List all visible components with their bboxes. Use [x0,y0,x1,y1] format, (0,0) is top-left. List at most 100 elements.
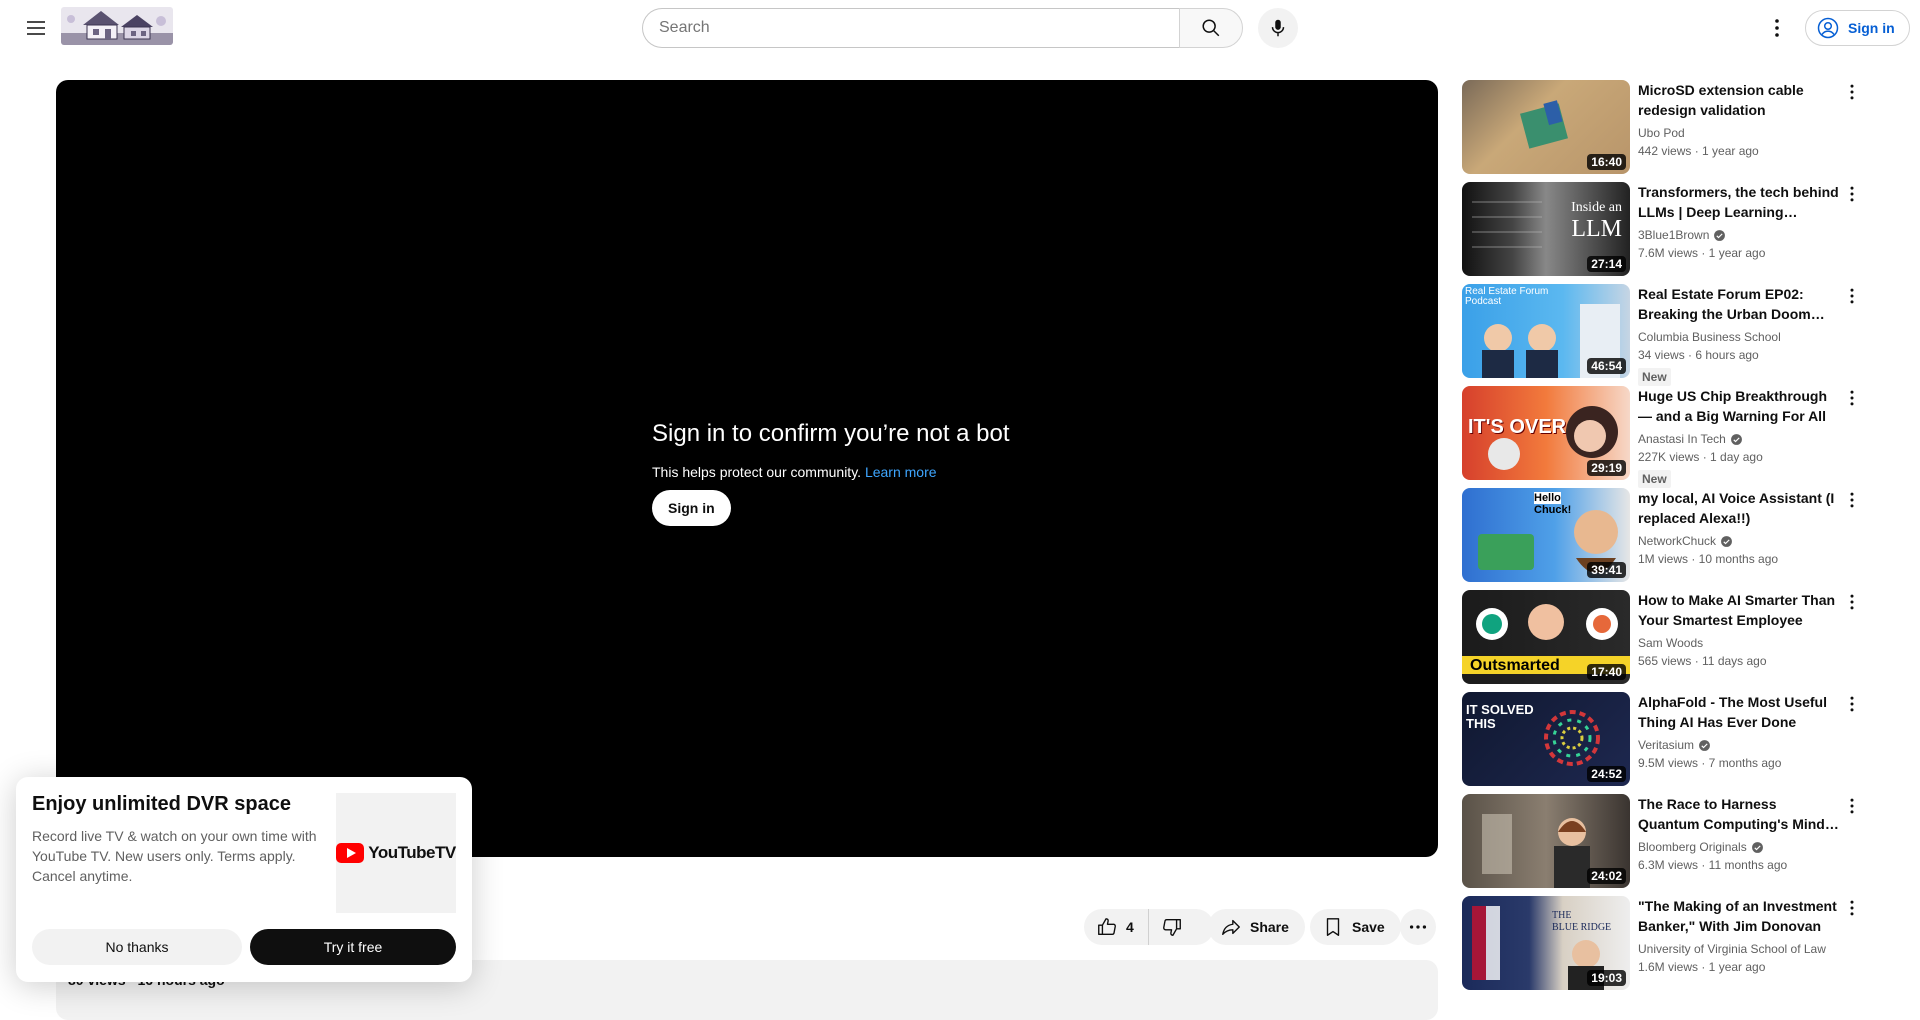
more-vertical-icon [1850,492,1854,508]
more-actions-button[interactable] [1400,909,1436,945]
video-thumbnail[interactable]: Outsmarted 17:40 [1462,590,1630,684]
video-action-menu-button[interactable] [1840,794,1864,818]
video-meta: The Race to Harness Quantum Computing's … [1630,794,1864,888]
thumbnail-text-secondary: THIS [1466,716,1496,731]
thumbs-down-icon [1162,918,1181,936]
related-video-item[interactable]: Inside an LLM 27:14 Transformers, the tec… [1462,182,1864,276]
video-thumbnail[interactable]: IT SOLVED THIS 24:52 [1462,692,1630,786]
video-title[interactable]: Transformers, the tech behind LLMs | Dee… [1638,182,1840,222]
video-thumbnail[interactable]: Hello Chuck! 39:41 [1462,488,1630,582]
related-video-item[interactable]: 16:40 MicroSD extension cable redesign v… [1462,80,1864,174]
thumbnail-text-secondary: BLUE RIDGE [1552,922,1612,933]
header-sign-in-button[interactable]: Sign in [1805,10,1910,46]
video-stats: 34 views · 6 hours ago [1638,348,1759,362]
video-thumbnail[interactable]: 24:02 [1462,794,1630,888]
video-thumbnail[interactable]: THE BLUE RIDGE 19:03 [1462,896,1630,990]
channel-name[interactable]: Ubo Pod [1638,124,1685,142]
more-vertical-icon [1850,798,1854,814]
channel-name[interactable]: Sam Woods [1638,634,1703,652]
search-icon [1202,19,1220,37]
video-stats: 9.5M views · 7 months ago [1638,756,1782,770]
video-action-menu-button[interactable] [1840,896,1864,920]
channel-name[interactable]: Columbia Business School [1638,328,1781,346]
thumbnail-text: THE [1552,910,1572,921]
thumbnail-text: Outsmarted [1470,657,1560,674]
video-meta: Transformers, the tech behind LLMs | Dee… [1630,182,1864,276]
promo-buttons: No thanks Try it free [32,929,456,965]
settings-menu-button[interactable] [1757,8,1797,48]
more-vertical-icon [1850,594,1854,610]
video-thumbnail[interactable]: Real Estate Forum Podcast 46:54 [1462,284,1630,378]
channel-name[interactable]: University of Virginia School of Law [1638,940,1826,958]
video-title[interactable]: MicroSD extension cable redesign validat… [1638,80,1840,120]
learn-more-link[interactable]: Learn more [865,464,937,480]
video-meta: Real Estate Forum EP02: Breaking the Urb… [1630,284,1864,386]
share-button[interactable]: Share [1208,909,1305,945]
video-action-menu-button[interactable] [1840,386,1864,410]
more-vertical-icon [1850,696,1854,712]
channel-name-row: NetworkChuck [1638,532,1840,550]
search-bar [642,8,1243,48]
promo-body: Record live TV & watch on your own time … [32,828,317,884]
voice-search-button[interactable] [1258,8,1298,48]
video-title[interactable]: my local, AI Voice Assistant (I replaced… [1638,488,1840,528]
related-video-item[interactable]: 24:02 The Race to Harness Quantum Comput… [1462,794,1864,888]
like-button[interactable]: 4 [1084,909,1149,945]
video-title[interactable]: "The Making of an Investment Banker," Wi… [1638,896,1840,936]
thumbnail-text-secondary: LLM [1571,216,1622,242]
related-videos: 16:40 MicroSD extension cable redesign v… [1462,80,1864,998]
channel-name[interactable]: Bloomberg Originals [1638,838,1747,856]
video-action-menu-button[interactable] [1840,284,1864,308]
channel-name[interactable]: Veritasium [1638,736,1694,754]
search-button[interactable] [1179,8,1243,48]
video-duration: 16:40 [1587,154,1626,170]
video-thumbnail[interactable]: Inside an LLM 27:14 [1462,182,1630,276]
video-thumbnail[interactable]: IT'S OVER 29:19 [1462,386,1630,480]
more-vertical-icon [1850,900,1854,916]
video-action-menu-button[interactable] [1840,80,1864,104]
video-stats: 227K views · 1 day ago [1638,450,1763,464]
related-video-item[interactable]: Hello Chuck! 39:41 my local, AI Voice Ass… [1462,488,1864,582]
dislike-button[interactable] [1149,909,1197,945]
video-action-menu-button[interactable] [1840,692,1864,716]
video-thumbnail[interactable]: 16:40 [1462,80,1630,174]
no-thanks-button[interactable]: No thanks [32,929,242,965]
video-duration: 27:14 [1587,256,1626,272]
video-meta: Huge US Chip Breakthrough — and a Big Wa… [1630,386,1864,488]
search-input[interactable] [642,8,1179,48]
video-duration: 19:03 [1587,970,1626,986]
video-action-menu-button[interactable] [1840,590,1864,614]
video-title[interactable]: AlphaFold - The Most Useful Thing AI Has… [1638,692,1840,732]
video-title[interactable]: Huge US Chip Breakthrough — and a Big Wa… [1638,386,1840,426]
save-button[interactable]: Save [1310,909,1401,945]
related-video-item[interactable]: Outsmarted 17:40 How to Make AI Smarter … [1462,590,1864,684]
like-count: 4 [1126,919,1134,935]
video-title[interactable]: The Race to Harness Quantum Computing's … [1638,794,1840,834]
channel-name-row: Anastasi In Tech [1638,430,1840,448]
video-stats: 1M views · 10 months ago [1638,552,1779,566]
bot-check-title: Sign in to confirm you’re not a bot [652,420,1010,447]
channel-name-row: Columbia Business School [1638,328,1840,346]
video-stats: 565 views · 11 days ago [1638,654,1767,668]
channel-name[interactable]: 3Blue1Brown [1638,226,1709,244]
video-action-menu-button[interactable] [1840,488,1864,512]
video-title[interactable]: How to Make AI Smarter Than Your Smartes… [1638,590,1840,630]
video-meta: MicroSD extension cable redesign validat… [1630,80,1864,174]
related-video-item[interactable]: IT'S OVER 29:19 Huge US Chip Breakthroug… [1462,386,1864,488]
related-video-item[interactable]: THE BLUE RIDGE 19:03 "The Making of an In… [1462,896,1864,990]
youtube-tv-promo: Enjoy unlimited DVR space Record live TV… [16,777,472,982]
doodle-logo[interactable] [61,7,173,45]
player-sign-in-button[interactable]: Sign in [652,490,731,526]
related-video-item[interactable]: IT SOLVED THIS 24:52 AlphaFold - The Most… [1462,692,1864,786]
guide-menu-button[interactable] [16,8,56,48]
more-vertical-icon [1850,390,1854,406]
channel-name[interactable]: NetworkChuck [1638,532,1716,550]
video-title[interactable]: Real Estate Forum EP02: Breaking the Urb… [1638,284,1840,324]
channel-name-row: 3Blue1Brown [1638,226,1840,244]
related-video-item[interactable]: Real Estate Forum Podcast 46:54 Real Esta… [1462,284,1864,386]
channel-name[interactable]: Anastasi In Tech [1638,430,1726,448]
video-duration: 46:54 [1587,358,1626,374]
header-sign-in-label: Sign in [1848,20,1895,36]
try-it-free-button[interactable]: Try it free [250,929,456,965]
video-action-menu-button[interactable] [1840,182,1864,206]
